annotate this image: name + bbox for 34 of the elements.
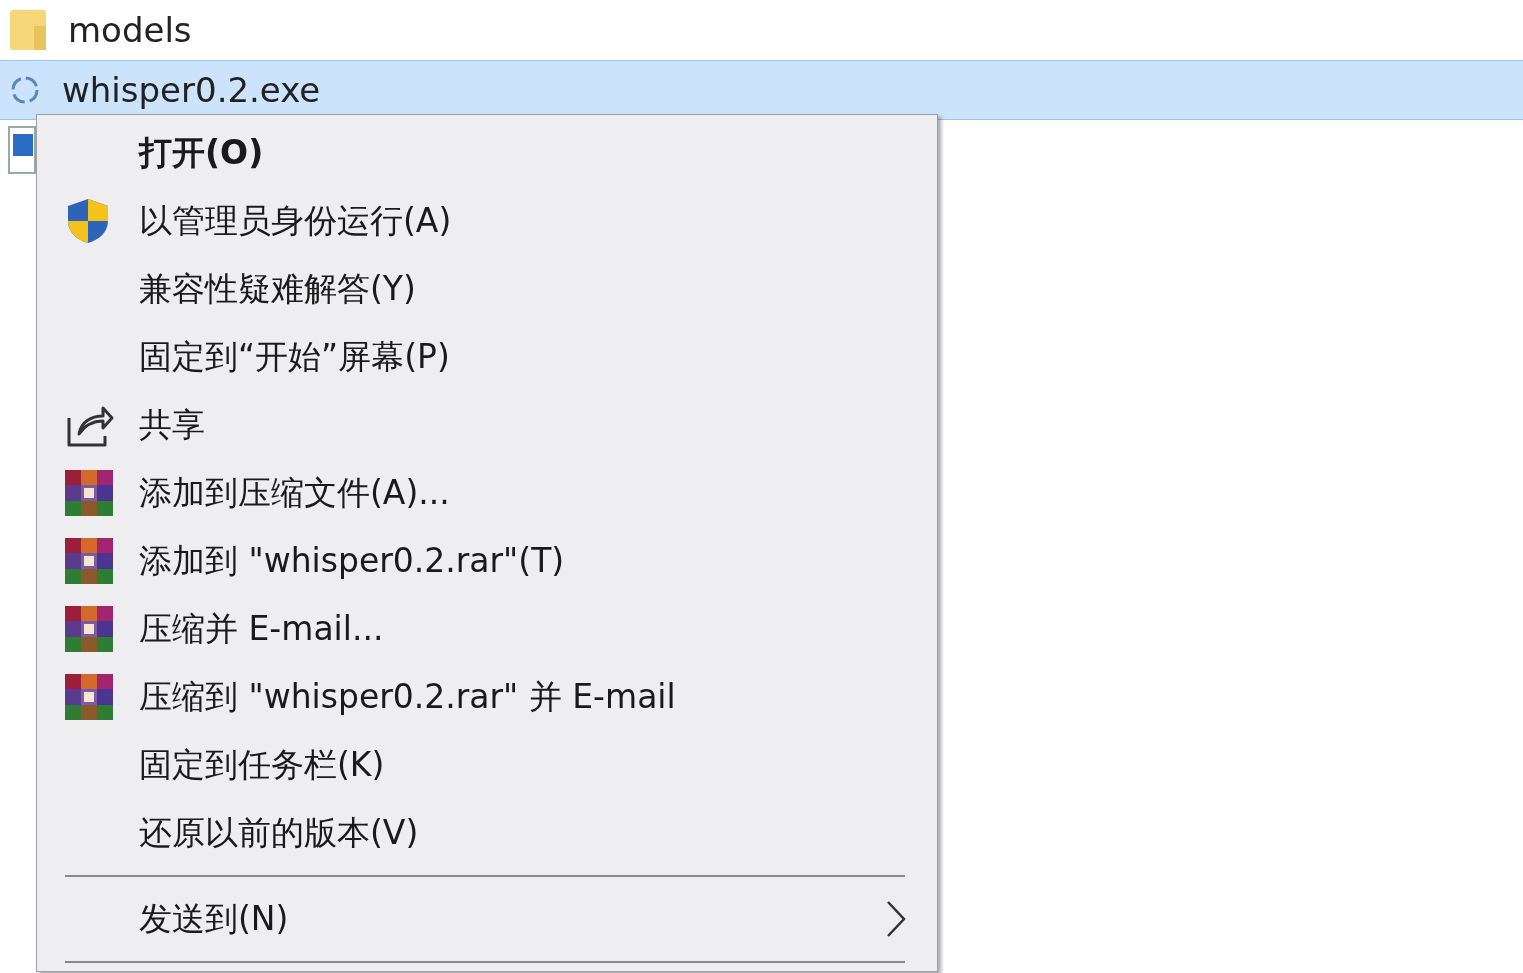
menu-item-label: 添加到 "whisper0.2.rar"(T) [139, 540, 565, 583]
menu-item[interactable]: 兼容性疑难解答(Y) [65, 255, 907, 323]
folder-icon [8, 8, 48, 52]
menu-item[interactable]: 压缩到 "whisper0.2.rar" 并 E-mail [65, 663, 907, 731]
menu-item[interactable]: 打开(O) [65, 119, 907, 187]
menu-item[interactable]: 固定到任务栏(K) [65, 731, 907, 799]
menu-item[interactable]: 共享 [65, 391, 907, 459]
archive-icon [65, 674, 113, 720]
menu-item[interactable]: 压缩并 E-mail... [65, 595, 907, 663]
archive-icon [65, 538, 113, 584]
shield-icon [65, 197, 111, 245]
menu-item-label: 发送到(N) [139, 898, 289, 941]
menu-item-label: 压缩并 E-mail... [139, 608, 384, 651]
menu-item[interactable]: 发送到(N) [65, 885, 907, 953]
file-name: models [68, 8, 192, 52]
file-row[interactable]: whisper0.2.exe [0, 60, 1523, 120]
menu-item-label: 固定到任务栏(K) [139, 744, 385, 787]
menu-item-label: 添加到压缩文件(A)... [139, 472, 450, 515]
chevron-right-icon [885, 899, 907, 939]
menu-item-label: 共享 [139, 404, 205, 447]
archive-icon [65, 606, 113, 652]
menu-item-label: 以管理员身份运行(A) [139, 200, 452, 243]
menu-item-label: 还原以前的版本(V) [139, 812, 419, 855]
menu-item[interactable]: 还原以前的版本(V) [65, 799, 907, 867]
menu-item-label: 压缩到 "whisper0.2.rar" 并 E-mail [139, 676, 676, 719]
menu-item-label: 固定到“开始”屏幕(P) [139, 336, 450, 379]
menu-item[interactable]: 添加到 "whisper0.2.rar"(T) [65, 527, 907, 595]
menu-item[interactable]: 固定到“开始”屏幕(P) [65, 323, 907, 391]
menu-item-label: 打开(O) [139, 132, 264, 175]
menu-item-label: 兼容性疑难解答(Y) [139, 268, 416, 311]
archive-icon [65, 470, 113, 516]
menu-item[interactable]: 以管理员身份运行(A) [65, 187, 907, 255]
file-name: whisper0.2.exe [62, 68, 321, 112]
menu-item[interactable]: 添加到压缩文件(A)... [65, 459, 907, 527]
